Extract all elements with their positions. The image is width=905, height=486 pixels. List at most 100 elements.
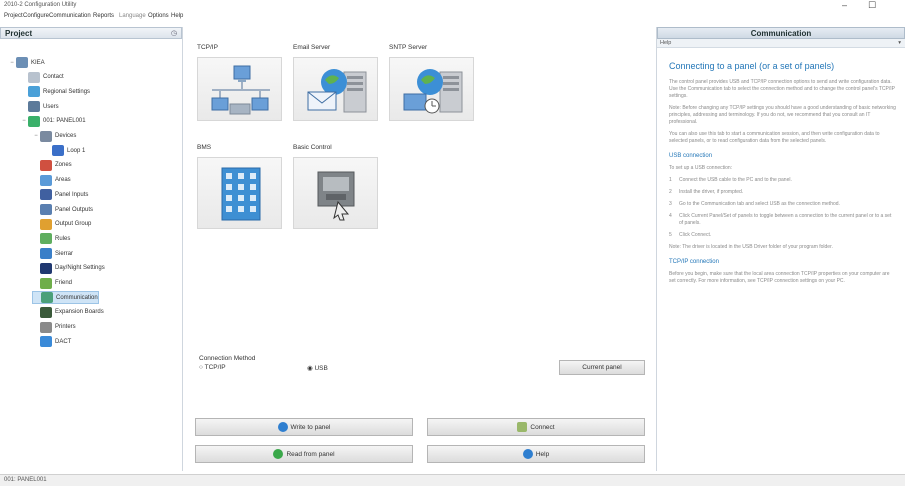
tile-label-sntp-server: SNTP Server xyxy=(389,44,428,51)
help-tab-bar: Help ▾ xyxy=(657,39,905,48)
download-icon xyxy=(273,449,284,459)
connect-icon xyxy=(517,422,528,432)
tree-item[interactable]: − Devices xyxy=(32,130,76,143)
dropdown-icon[interactable]: ▾ xyxy=(898,40,901,46)
write-to-panel-label: Write to panel xyxy=(290,423,331,431)
bms-tile[interactable] xyxy=(197,157,282,229)
tree-node-icon xyxy=(40,174,52,186)
tree-item[interactable]: DACT xyxy=(32,335,71,348)
upload-icon xyxy=(277,422,288,432)
help-panel-header: Communication xyxy=(657,27,905,39)
tree-item-label: Contact xyxy=(43,74,64,81)
menu-project[interactable]: Project xyxy=(4,13,23,19)
step-text: Click Current Panel/Set of panels to tog… xyxy=(679,213,892,226)
help-intro-2: Note: Before changing any TCP/IP setting… xyxy=(669,105,896,125)
tree-item[interactable]: Loop 1 xyxy=(44,144,85,157)
tree-node-icon xyxy=(28,86,40,98)
step-number: 1 xyxy=(669,177,672,183)
menu-communication[interactable]: Communication xyxy=(49,13,91,19)
tree-node-icon xyxy=(28,101,40,113)
tree-item[interactable]: Printers xyxy=(32,321,76,334)
help-tab[interactable]: Help xyxy=(660,40,671,46)
read-from-panel-label: Read from panel xyxy=(286,450,335,458)
tree-node-icon xyxy=(40,262,52,274)
minimize-button[interactable]: – xyxy=(842,0,847,10)
tcpip-tile[interactable] xyxy=(197,57,282,121)
tree-item[interactable]: Panel Inputs xyxy=(32,188,88,201)
write-to-panel-button[interactable]: Write to panel xyxy=(195,418,413,436)
tree-node-icon xyxy=(40,218,52,230)
tree-item-label: 001: PANEL001 xyxy=(43,118,86,125)
tree-item[interactable]: Rules xyxy=(32,232,70,245)
tree-item-label: Day/Night Settings xyxy=(55,265,105,272)
project-panel-title: Project xyxy=(5,29,33,38)
menu-reports[interactable]: Reports xyxy=(93,13,114,19)
tree-item-label: Devices xyxy=(55,133,77,139)
tree-item-label: KIEA xyxy=(31,59,45,66)
connect-button[interactable]: Connect xyxy=(427,418,645,436)
project-panel-header: Project ◷ xyxy=(0,27,182,39)
tree-item[interactable]: Regional Settings xyxy=(20,85,90,98)
tree-item[interactable]: Sierrar xyxy=(32,247,73,260)
tree-item-label: Rules xyxy=(55,235,71,242)
expand-toggle-icon[interactable]: − xyxy=(20,118,28,124)
usb-step: 4 Click Current Panel/Set of panels to to… xyxy=(669,213,896,227)
tree-item[interactable]: Areas xyxy=(32,174,71,187)
menu-configure[interactable]: Configure xyxy=(23,13,49,19)
tree-node-icon xyxy=(28,115,40,127)
communication-view: TCP/IP Email Server SNTP Server BMS Basi… xyxy=(187,27,654,471)
tree-node-icon xyxy=(40,204,52,215)
basic-control-tile[interactable] xyxy=(293,157,378,229)
expand-toggle-icon[interactable]: − xyxy=(32,133,40,139)
tree-item[interactable]: − KIEA xyxy=(8,56,45,69)
tile-label-basic-control: Basic Control xyxy=(293,144,332,151)
usb-steps-list: 1 Connect the USB cable to the PC and to … xyxy=(669,177,896,239)
current-panel-button[interactable]: Current panel xyxy=(559,360,645,375)
read-from-panel-button[interactable]: Read from panel xyxy=(195,445,413,463)
usb-step: 3 Go to the Communication tab and select … xyxy=(669,201,896,208)
tree-node-icon xyxy=(41,292,53,304)
tree-item[interactable]: Output Group xyxy=(32,218,91,231)
basic-control-icon xyxy=(317,171,355,221)
tree-item[interactable]: Expansion Boards xyxy=(32,306,104,319)
pin-icon[interactable]: ◷ xyxy=(171,29,177,37)
radio-usb[interactable]: ◉ USB xyxy=(307,364,328,372)
tree-node-icon xyxy=(40,321,52,333)
tree-item[interactable]: Friend xyxy=(32,277,72,290)
radio-usb-label: USB xyxy=(314,365,328,372)
help-button[interactable]: Help xyxy=(427,445,645,463)
tree-item[interactable]: − 001: PANEL001 xyxy=(20,115,86,128)
menu-help[interactable]: Help xyxy=(171,13,183,19)
tree-node-icon xyxy=(40,233,52,245)
expand-toggle-icon[interactable]: − xyxy=(8,60,16,66)
email-server-tile[interactable] xyxy=(293,57,378,121)
tree-item[interactable]: Panel Outputs xyxy=(32,203,93,216)
sntp-server-tile[interactable] xyxy=(389,57,474,121)
tree-item-label: Expansion Boards xyxy=(55,309,104,316)
status-text: 001: PANEL001 xyxy=(4,477,47,483)
maximize-button[interactable]: ☐ xyxy=(868,0,876,11)
help-label: Help xyxy=(535,450,550,458)
tree-item[interactable]: Contact xyxy=(20,71,64,84)
radio-tcpip[interactable]: ○ TCP/IP xyxy=(199,364,226,371)
tree-item-label: Regional Settings xyxy=(43,88,91,95)
tree-node-icon xyxy=(16,57,28,68)
tree-item[interactable]: Day/Night Settings xyxy=(32,262,105,275)
tcpip-section-link[interactable]: TCP/IP connection xyxy=(669,259,896,265)
tile-label-tcpip: TCP/IP xyxy=(197,44,218,51)
help-content: Connecting to a panel (or a set of panel… xyxy=(657,51,905,471)
tree-node-icon xyxy=(40,189,52,201)
menu-options[interactable]: Options xyxy=(148,13,169,19)
usb-section-link[interactable]: USB connection xyxy=(669,153,896,159)
step-text: Install the driver, if prompted. xyxy=(679,189,744,195)
menu-language[interactable]: Language xyxy=(119,13,146,19)
tree-item[interactable]: Communication xyxy=(32,291,99,305)
tree-item[interactable]: Zones xyxy=(32,159,72,172)
help-panel: Communication Help ▾ Connecting to a pan… xyxy=(656,27,905,471)
usb-step: 2 Install the driver, if prompted. xyxy=(669,189,896,196)
tree-item[interactable]: Users xyxy=(20,100,59,113)
step-number: 2 xyxy=(669,189,672,195)
tree-item-label: Panel Inputs xyxy=(55,191,89,198)
tree-item-label: Sierrar xyxy=(55,250,74,257)
network-icon xyxy=(211,65,270,115)
